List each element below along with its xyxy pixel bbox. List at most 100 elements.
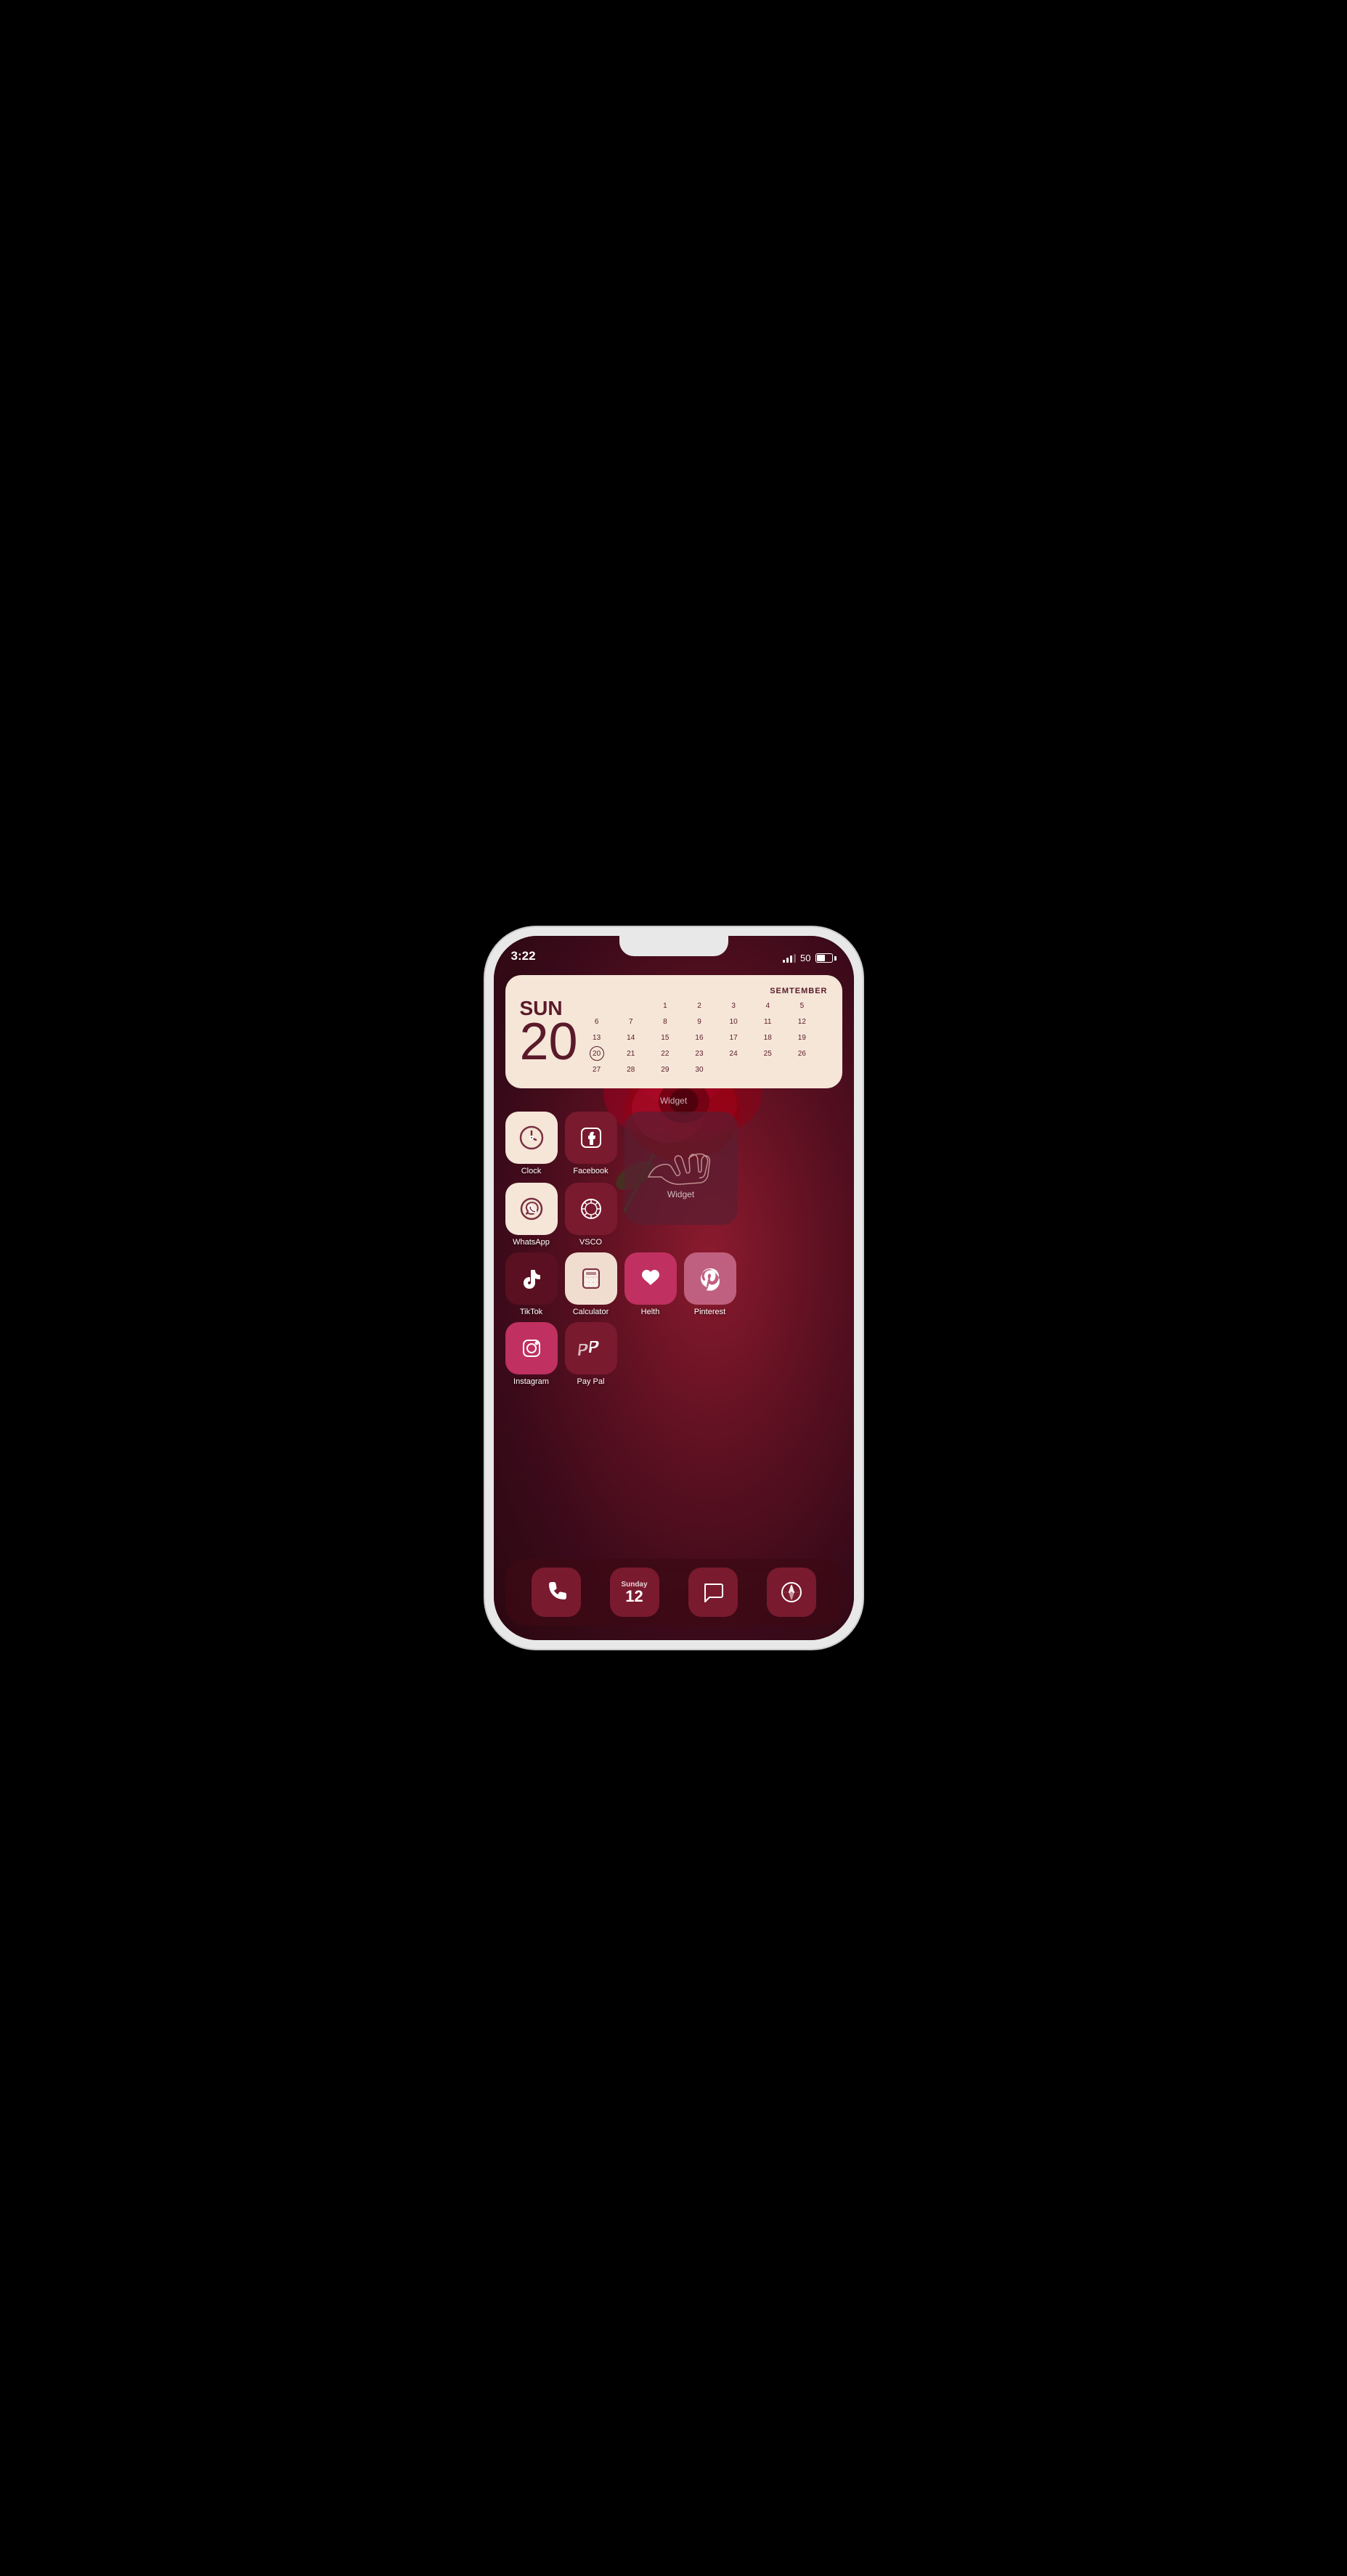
hands-widget[interactable]: Widget bbox=[624, 1112, 738, 1225]
app-calculator[interactable]: Calculator bbox=[565, 1252, 617, 1316]
health-icon bbox=[637, 1265, 664, 1292]
health-icon-bg bbox=[624, 1252, 677, 1305]
battery-percentage: 50 bbox=[800, 953, 810, 963]
cal-cell: 23 bbox=[692, 1046, 707, 1061]
app-whatsapp[interactable]: WhatsApp bbox=[505, 1183, 558, 1247]
dock-phone[interactable] bbox=[532, 1568, 581, 1617]
facebook-icon-bg bbox=[565, 1112, 617, 1164]
paypal-icon-bg bbox=[565, 1322, 617, 1374]
cal-cell: 14 bbox=[624, 1030, 638, 1045]
whatsapp-icon-bg bbox=[505, 1183, 558, 1235]
dock-calendar[interactable]: Sunday 12 bbox=[610, 1568, 659, 1617]
dock-safari[interactable] bbox=[767, 1568, 816, 1617]
messages-icon bbox=[699, 1578, 727, 1606]
tiktok-label: TikTok bbox=[520, 1308, 542, 1316]
app-paypal[interactable]: Pay Pal bbox=[565, 1322, 617, 1386]
cal-cell: 28 bbox=[624, 1062, 638, 1077]
hands-widget-image bbox=[641, 1137, 721, 1188]
cal-cell bbox=[624, 998, 638, 1013]
facebook-icon bbox=[577, 1124, 605, 1152]
calendar-grid-area: SEMTEMBER 1 2 3 4 5 6 7 8 9 bbox=[590, 987, 828, 1077]
phone-screen: 3:22 50 SUN 20 SEMTEM bbox=[494, 936, 854, 1640]
phone-frame: 3:22 50 SUN 20 SEMTEM bbox=[485, 927, 863, 1649]
app-row-2: TikTok bbox=[505, 1252, 842, 1316]
safari-icon bbox=[778, 1578, 805, 1606]
cal-cell: 11 bbox=[760, 1014, 775, 1029]
app-col-left: Clock WhatsApp bbox=[505, 1112, 558, 1247]
cal-cell bbox=[760, 1062, 775, 1077]
cal-cell: 26 bbox=[794, 1046, 809, 1061]
app-row-1: Clock WhatsApp bbox=[505, 1112, 842, 1247]
cal-cell: 12 bbox=[794, 1014, 809, 1029]
cal-cell: 16 bbox=[692, 1030, 707, 1045]
cal-cell-today: 20 bbox=[590, 1046, 604, 1061]
app-col-mid: Facebook bbox=[565, 1112, 617, 1247]
cal-cell: 29 bbox=[658, 1062, 672, 1077]
cal-cell: 24 bbox=[726, 1046, 741, 1061]
cal-cell bbox=[590, 998, 604, 1013]
calendar-widget[interactable]: SUN 20 SEMTEMBER 1 2 3 4 5 bbox=[505, 975, 842, 1088]
app-row-3: Instagram Pay Pal bbox=[505, 1322, 842, 1386]
cal-cell: 7 bbox=[624, 1014, 638, 1029]
cal-cell: 6 bbox=[590, 1014, 604, 1029]
battery-icon bbox=[815, 953, 837, 963]
cal-cell: 21 bbox=[624, 1046, 638, 1061]
calendar-grid: 1 2 3 4 5 6 7 8 9 10 11 12 13 bbox=[590, 998, 828, 1077]
calendar-month: SEMTEMBER bbox=[590, 987, 828, 995]
cal-cell: 8 bbox=[658, 1014, 672, 1029]
cal-cell: 1 bbox=[658, 998, 672, 1013]
app-vsco[interactable]: VSCO bbox=[565, 1183, 617, 1247]
clock-icon-bg bbox=[505, 1112, 558, 1164]
dock-messages[interactable] bbox=[688, 1568, 738, 1617]
cal-cell: 4 bbox=[760, 998, 775, 1013]
app-tiktok[interactable]: TikTok bbox=[505, 1252, 558, 1316]
calculator-icon bbox=[577, 1265, 605, 1292]
instagram-icon bbox=[518, 1334, 545, 1362]
cal-cell: 19 bbox=[794, 1030, 809, 1045]
calendar-widget-label: Widget bbox=[505, 1096, 842, 1106]
app-clock[interactable]: Clock bbox=[505, 1112, 558, 1175]
paypal-label: Pay Pal bbox=[577, 1377, 605, 1386]
vsco-icon-bg bbox=[565, 1183, 617, 1235]
app-pinterest[interactable]: Pinterest bbox=[684, 1252, 736, 1316]
status-indicators: 50 bbox=[783, 953, 836, 963]
notch bbox=[619, 936, 728, 956]
app-instagram[interactable]: Instagram bbox=[505, 1322, 558, 1386]
facebook-label: Facebook bbox=[573, 1167, 608, 1175]
health-label: Helth bbox=[641, 1308, 660, 1316]
home-screen: SUN 20 SEMTEMBER 1 2 3 4 5 bbox=[494, 968, 854, 1640]
pinterest-icon-bg bbox=[684, 1252, 736, 1305]
instagram-label: Instagram bbox=[513, 1377, 549, 1386]
cal-cell: 9 bbox=[692, 1014, 707, 1029]
tiktok-icon-bg bbox=[505, 1252, 558, 1305]
dock-calendar-num: 12 bbox=[625, 1589, 643, 1605]
app-facebook[interactable]: Facebook bbox=[565, 1112, 617, 1175]
cal-cell: 15 bbox=[658, 1030, 672, 1045]
tiktok-icon bbox=[518, 1265, 545, 1292]
instagram-icon-bg bbox=[505, 1322, 558, 1374]
cal-cell: 25 bbox=[760, 1046, 775, 1061]
cal-cell: 5 bbox=[794, 998, 809, 1013]
cal-cell: 18 bbox=[760, 1030, 775, 1045]
pinterest-label: Pinterest bbox=[694, 1308, 725, 1316]
whatsapp-icon bbox=[518, 1195, 545, 1223]
cal-cell: 10 bbox=[726, 1014, 741, 1029]
app-health[interactable]: Helth bbox=[624, 1252, 677, 1316]
whatsapp-label: WhatsApp bbox=[513, 1238, 550, 1247]
calculator-label: Calculator bbox=[573, 1308, 609, 1316]
phone-icon bbox=[542, 1578, 570, 1606]
cal-cell: 30 bbox=[692, 1062, 707, 1077]
cal-cell: 27 bbox=[590, 1062, 604, 1077]
cal-cell bbox=[794, 1062, 809, 1077]
vsco-label: VSCO bbox=[579, 1238, 602, 1247]
cal-cell: 3 bbox=[726, 998, 741, 1013]
status-time: 3:22 bbox=[511, 949, 536, 963]
calculator-icon-bg bbox=[565, 1252, 617, 1305]
calendar-day-number: 20 bbox=[520, 1019, 578, 1066]
cal-cell: 13 bbox=[590, 1030, 604, 1045]
calendar-date-large: SUN 20 bbox=[520, 998, 578, 1066]
hands-widget-label: Widget bbox=[667, 1189, 694, 1199]
paypal-icon bbox=[577, 1334, 605, 1362]
cal-cell: 2 bbox=[692, 998, 707, 1013]
cal-cell bbox=[726, 1062, 741, 1077]
